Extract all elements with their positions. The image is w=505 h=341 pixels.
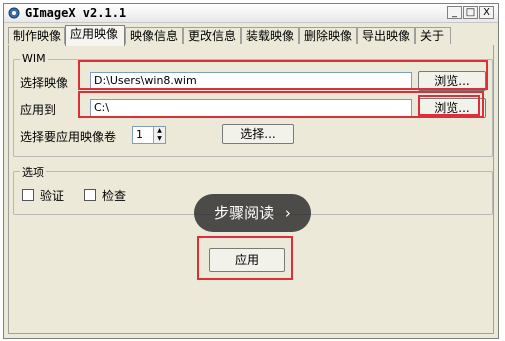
tab-apply-image[interactable]: 应用映像 [65, 25, 125, 46]
highlight-browse-button [418, 95, 480, 116]
check-label: 检查 [102, 189, 127, 203]
tab-export-image[interactable]: 导出映像 [357, 27, 415, 44]
volume-stepper[interactable]: 1 ▲ ▼ [132, 126, 166, 144]
title-bar[interactable]: GImageX v2.1.1 _ □ X [4, 4, 498, 23]
tab-mount-image[interactable]: 装载映像 [241, 27, 299, 44]
apply-to-label: 应用到 [20, 103, 57, 117]
step-reading-overlay[interactable]: 步骤阅读 › [194, 194, 311, 232]
volume-value: 1 [136, 128, 143, 141]
close-button[interactable]: X [479, 6, 494, 19]
choose-volume-button[interactable]: 选择... [222, 124, 294, 144]
tab-strip: 制作映像 应用映像 映像信息 更改信息 装载映像 删除映像 导出映像 关于 [8, 25, 494, 46]
check-checkbox[interactable] [84, 189, 96, 201]
window-title: GImageX v2.1.1 [25, 6, 127, 20]
tab-image-info[interactable]: 映像信息 [125, 27, 183, 44]
verify-label: 验证 [40, 189, 65, 203]
maximize-button[interactable]: □ [463, 6, 478, 19]
options-group-title: 选项 [20, 164, 46, 180]
highlight-apply-button [197, 236, 293, 280]
select-image-label: 选择映像 [20, 76, 69, 90]
overlay-text: 步骤阅读 [214, 204, 275, 222]
verify-checkbox[interactable] [22, 189, 34, 201]
app-icon [8, 7, 20, 19]
tab-create-image[interactable]: 制作映像 [8, 27, 65, 44]
gimagex-window: GImageX v2.1.1 _ □ X 制作映像 应用映像 映像信息 更改信息… [3, 3, 499, 339]
volume-label: 选择要应用映像卷 [20, 130, 117, 144]
tab-change-info[interactable]: 更改信息 [183, 27, 241, 44]
stepper-down-icon[interactable]: ▼ [154, 135, 165, 143]
stepper-arrows[interactable]: ▲ ▼ [153, 127, 165, 143]
chevron-right-icon: › [284, 204, 291, 222]
highlight-image-row [78, 60, 488, 90]
minimize-button[interactable]: _ [447, 6, 462, 19]
wim-group-title: WIM [20, 52, 48, 65]
stepper-up-icon[interactable]: ▲ [154, 127, 165, 135]
tab-about[interactable]: 关于 [415, 27, 451, 44]
tab-delete-image[interactable]: 删除映像 [299, 27, 357, 44]
